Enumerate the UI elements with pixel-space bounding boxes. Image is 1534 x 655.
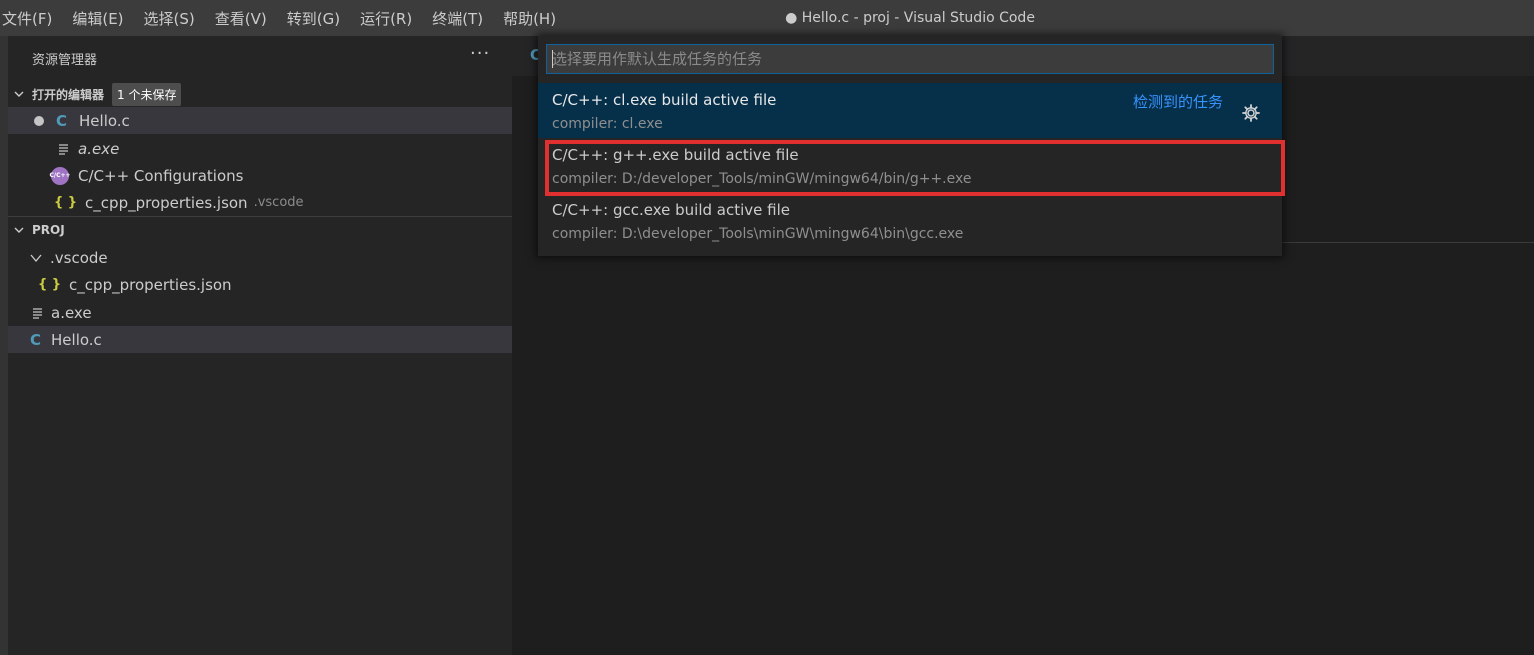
chevron-down-icon xyxy=(14,227,24,233)
menu-help[interactable]: 帮助(H) xyxy=(503,8,556,29)
tree-item-c-cpp-properties[interactable]: { } c_cpp_properties.json xyxy=(8,271,512,298)
binary-file-icon xyxy=(33,307,42,319)
menu-edit[interactable]: 编辑(E) xyxy=(72,8,123,29)
task-label: C/C++: gcc.exe build active file xyxy=(552,201,790,219)
menu-run[interactable]: 运行(R) xyxy=(360,8,412,29)
menu-go[interactable]: 转到(G) xyxy=(287,8,340,29)
tree-item-hello-c[interactable]: C Hello.c xyxy=(8,326,512,353)
open-editor-c-cpp-properties[interactable]: { } c_cpp_properties.json .vscode xyxy=(8,189,512,216)
folder-proj-header[interactable]: PROJ xyxy=(8,217,512,243)
json-file-icon: { } xyxy=(54,195,78,210)
folder-proj-label: PROJ xyxy=(32,223,65,237)
open-editor-a-exe[interactable]: a.exe xyxy=(8,135,512,162)
task-item-gcc[interactable]: C/C++: gcc.exe build active file compile… xyxy=(538,193,1282,248)
sidebar-header: 资源管理器 ··· xyxy=(8,36,512,80)
open-editor-label: a.exe xyxy=(78,139,120,158)
title-bar: 文件(F) 编辑(E) 选择(S) 查看(V) 转到(G) 运行(R) 终端(T… xyxy=(0,0,1534,36)
menu-terminal[interactable]: 终端(T) xyxy=(432,8,483,29)
window-title: ● Hello.c - proj - Visual Studio Code xyxy=(785,10,1035,26)
chevron-down-icon xyxy=(14,91,24,97)
tree-item-label: Hello.c xyxy=(51,330,102,349)
task-item-cl[interactable]: C/C++: cl.exe build active file compiler… xyxy=(538,83,1282,138)
open-editors-header[interactable]: 打开的编辑器 1 个未保存 xyxy=(8,81,512,107)
c-file-icon: C xyxy=(56,111,68,130)
unsaved-dot-icon[interactable] xyxy=(34,115,44,126)
explorer-sidebar: 资源管理器 ··· 打开的编辑器 1 个未保存 C Hello.c a.exe … xyxy=(8,36,512,655)
sidebar-title: 资源管理器 xyxy=(32,53,98,68)
menu-selection[interactable]: 选择(S) xyxy=(144,8,195,29)
menu-bar: 文件(F) 编辑(E) 选择(S) 查看(V) 转到(G) 运行(R) 终端(T… xyxy=(0,0,576,36)
tree-item-label: c_cpp_properties.json xyxy=(69,275,232,294)
tree-item-label: a.exe xyxy=(51,303,92,322)
editor-divider xyxy=(1282,242,1534,243)
open-editor-cpp-config[interactable]: C/C++ C/C++ Configurations xyxy=(8,162,512,189)
detected-tasks-group-label: 检测到的任务 xyxy=(1133,93,1224,111)
tree-item-a-exe[interactable]: a.exe xyxy=(8,299,512,326)
open-editor-hello-c[interactable]: C Hello.c xyxy=(8,107,512,134)
menu-view[interactable]: 查看(V) xyxy=(215,8,267,29)
open-editor-label: c_cpp_properties.json xyxy=(85,193,248,212)
json-file-icon: { } xyxy=(38,277,62,292)
file-folder-description: .vscode xyxy=(253,195,304,210)
quick-pick-input[interactable] xyxy=(546,44,1274,74)
task-label: C/C++: cl.exe build active file xyxy=(552,91,777,109)
more-actions-icon[interactable]: ··· xyxy=(470,43,490,64)
open-editor-label: C/C++ Configurations xyxy=(78,166,244,185)
cpp-config-icon: C/C++ xyxy=(49,166,71,185)
chevron-down-icon xyxy=(30,254,42,262)
gear-icon[interactable] xyxy=(1241,103,1261,123)
activity-bar xyxy=(0,36,8,655)
annotation-highlight-box xyxy=(545,140,1285,196)
unsaved-badge: 1 个未保存 xyxy=(112,82,182,106)
task-detail: compiler: D:\developer_Tools\minGW\mingw… xyxy=(552,226,964,242)
text-caret xyxy=(552,50,553,68)
tree-item-label: .vscode xyxy=(50,248,108,267)
binary-file-icon xyxy=(59,143,68,155)
menu-file[interactable]: 文件(F) xyxy=(2,8,52,29)
c-file-icon: C xyxy=(30,330,42,349)
task-detail: compiler: cl.exe xyxy=(552,116,663,132)
tree-item-vscode-folder[interactable]: .vscode xyxy=(8,244,512,271)
open-editor-label: Hello.c xyxy=(79,111,130,130)
open-editors-label: 打开的编辑器 xyxy=(32,87,105,102)
